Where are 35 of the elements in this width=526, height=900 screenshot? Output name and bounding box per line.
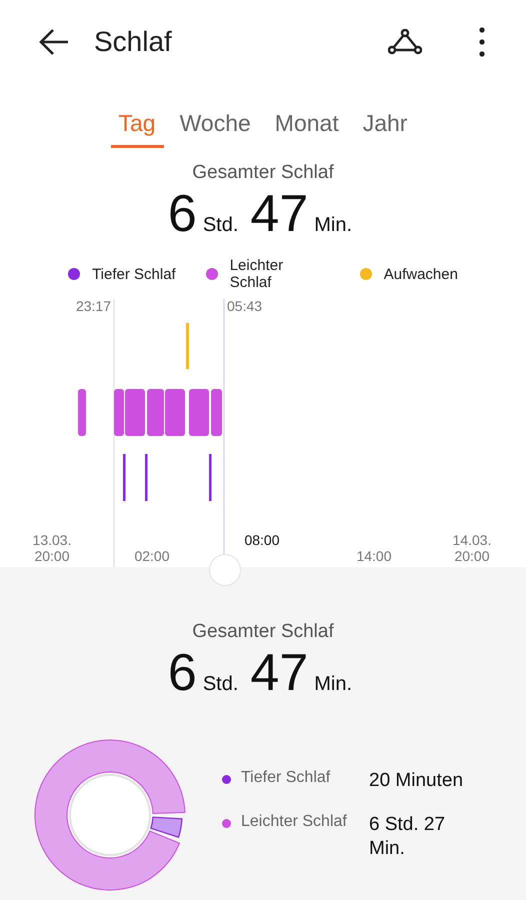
sleep-end-time: 05:43 [227,298,262,314]
minutes-value: 47 [250,184,308,244]
back-icon[interactable] [38,28,70,56]
axis-label: 02:00 [134,548,170,564]
axis-label: 20:00 [454,548,490,564]
share-icon[interactable] [388,29,422,55]
stage-label: Leichter Schlaf [241,813,348,831]
legend-label: Leichter Schlaf [230,257,284,291]
axis-label: 14:00 [356,548,392,564]
page-title: Schlaf [94,26,173,58]
minutes-unit: Min. [314,214,352,237]
period-tab[interactable]: Monat [266,106,347,148]
sleep-start-time: 23:17 [76,298,111,314]
axis-label: 14.03. [452,532,492,548]
minutes-value: 47 [250,643,308,703]
stage-duration: 6 Std. 27 Min. [369,813,446,861]
time-slider-handle[interactable] [209,554,241,586]
period-tab[interactable]: Tag [110,106,164,148]
more-icon[interactable] [478,27,486,57]
total-sleep-label: Gesamter Schlaf [191,162,335,184]
period-tab[interactable]: Jahr [354,106,416,148]
total-sleep-label: Gesamter Schlaf [191,621,335,643]
hours-value: 6 [168,643,197,703]
stage-duration: 20 Minuten [369,769,464,793]
axis-label: 08:00 [244,532,280,548]
stage-label: Tiefer Schlaf [241,769,332,787]
legend-label: Aufwachen [384,266,458,282]
axis-label: 20:00 [34,548,70,564]
minutes-unit: Min. [314,673,352,696]
period-tab[interactable]: Woche [172,106,259,148]
legend-label: Tiefer Schlaf [92,266,176,282]
hours-value: 6 [168,184,197,244]
axis-label: 13.03. [32,532,72,548]
hours-unit: Std. [202,673,238,696]
hours-unit: Std. [202,214,238,237]
